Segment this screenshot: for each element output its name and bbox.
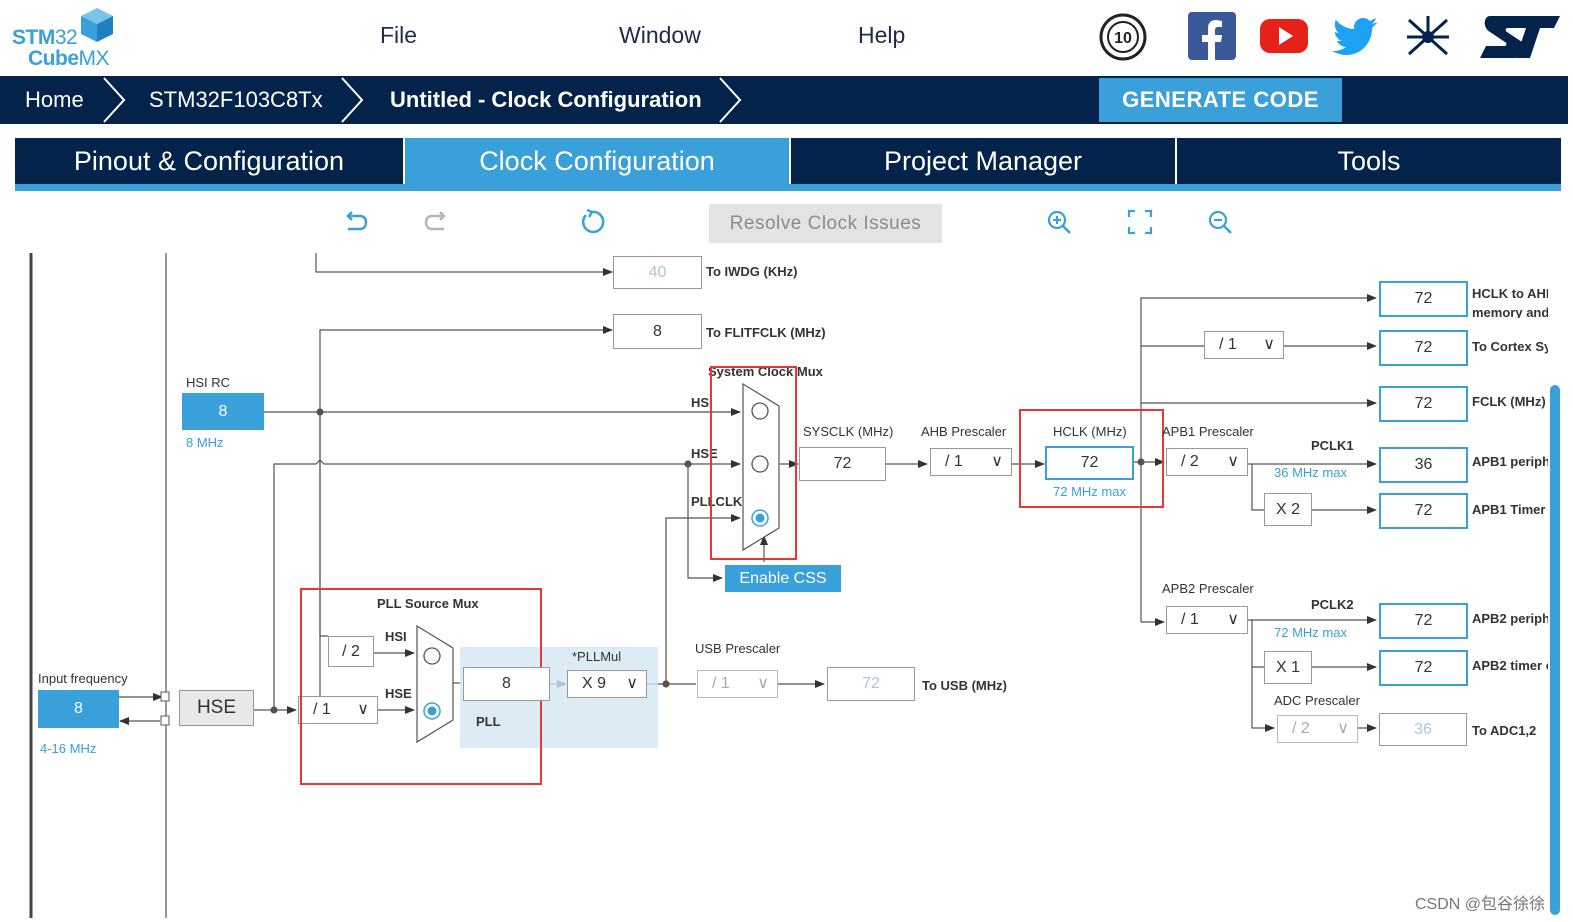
cortex-timer-divider-value: / 1 [1219, 336, 1237, 353]
adc-output-field[interactable]: 36 [1379, 713, 1467, 746]
output-hclk-ahb-label-line2: memory and DMA (MHz) [1472, 305, 1548, 318]
chevron-down-icon: ∨ [757, 675, 769, 692]
adc-output-label: To ADC1,2 [1472, 723, 1537, 738]
output-hclk-ahb-field[interactable]: 72 [1379, 281, 1468, 317]
chevron-down-icon: ∨ [1337, 720, 1349, 737]
apb1-prescaler-select[interactable]: / 2 ∨ [1166, 448, 1248, 476]
chevron-down-icon: ∨ [626, 675, 638, 692]
output-apb2-peripheral-label: APB2 peripheral clocks (MHz) [1472, 611, 1548, 626]
usb-prescaler-select[interactable]: / 1 ∨ [697, 670, 778, 698]
sysclk-value-field[interactable]: 72 [799, 447, 886, 481]
usb-output-field[interactable]: 72 [827, 667, 915, 701]
hse-oscillator-block: HSE [179, 690, 254, 726]
output-fclk-field[interactable]: 72 [1379, 386, 1468, 422]
output-apb1-timer-field[interactable]: 72 [1379, 493, 1468, 529]
pclk1-label: PCLK1 [1311, 438, 1354, 453]
ahb-prescaler-select[interactable]: / 1 ∨ [930, 448, 1012, 476]
input-frequency-title: Input frequency [38, 671, 128, 686]
watermark: CSDN @包谷徐徐 [1415, 896, 1546, 913]
pclk2-label: PCLK2 [1311, 597, 1354, 612]
pclk1-max: 36 MHz max [1274, 465, 1347, 480]
pllmul-value: X 9 [582, 675, 607, 692]
hsi-rc-title: HSI RC [186, 375, 231, 390]
ahb-prescaler-title: AHB Prescaler [921, 424, 1007, 439]
chevron-down-icon: ∨ [991, 453, 1003, 470]
iwdg-label: To IWDG (KHz) [706, 264, 798, 279]
apb2-prescaler-value: / 1 [1181, 611, 1199, 628]
pll-label: PLL [476, 714, 501, 729]
vertical-scrollbar[interactable] [1550, 385, 1560, 915]
pllmul-select[interactable]: X 9 ∨ [567, 670, 647, 698]
output-apb2-timer-field[interactable]: 72 [1379, 650, 1468, 686]
pllmul-title: *PLLMul [572, 649, 622, 664]
flitf-value-field[interactable]: 8 [613, 314, 702, 349]
usb-prescaler-value: / 1 [712, 675, 730, 692]
input-frequency-field[interactable]: 8 [38, 690, 119, 728]
apb2-prescaler-select[interactable]: / 1 ∨ [1166, 606, 1248, 634]
chevron-down-icon: ∨ [1263, 336, 1275, 353]
output-apb2-peripheral-field[interactable]: 72 [1379, 603, 1468, 639]
chevron-down-icon: ∨ [1227, 453, 1239, 470]
iwdg-value-field[interactable]: 40 [613, 256, 702, 289]
usb-output-label: To USB (MHz) [922, 678, 1007, 693]
ahb-prescaler-value: / 1 [945, 453, 963, 470]
apb1-timer-multiplier: X 2 [1264, 493, 1312, 526]
output-apb1-peripheral-label: APB1 peripheral clocks (MHz) [1472, 454, 1548, 469]
output-cortex-timer-field[interactable]: 72 [1379, 330, 1468, 366]
cortex-timer-divider-select[interactable]: / 1 ∨ [1204, 331, 1284, 359]
highlight-hclk [1019, 409, 1164, 508]
output-hclk-ahb-label: HCLK to AHB bus, core, [1472, 286, 1548, 301]
flitf-label: To FLITFCLK (MHz) [706, 325, 826, 340]
pll-input-value: 8 [463, 667, 550, 701]
adc-prescaler-title: ADC Prescaler [1274, 693, 1360, 708]
output-fclk-label: FCLK (MHz) [1472, 394, 1546, 409]
adc-prescaler-select[interactable]: / 2 ∨ [1277, 715, 1358, 743]
usb-prescaler-title: USB Prescaler [695, 641, 781, 656]
adc-prescaler-value: / 2 [1292, 720, 1310, 737]
output-apb1-peripheral-field[interactable]: 36 [1379, 447, 1468, 483]
hsi-rc-value: 8 [182, 393, 264, 430]
chevron-down-icon: ∨ [1227, 611, 1239, 628]
hsi-rc-freq: 8 MHz [186, 435, 224, 450]
sysclk-title: SYSCLK (MHz) [803, 424, 894, 439]
input-frequency-range: 4-16 MHz [40, 741, 97, 756]
highlight-system-clock-mux [710, 366, 797, 560]
apb1-prescaler-title: APB1 Prescaler [1162, 424, 1254, 439]
output-cortex-timer-label: To Cortex System timer (MHz) [1472, 339, 1548, 354]
apb2-prescaler-title: APB2 Prescaler [1162, 581, 1254, 596]
output-apb1-timer-label: APB1 Timer clocks (MHz) [1472, 502, 1548, 517]
apb2-timer-multiplier: X 1 [1264, 651, 1312, 684]
pclk2-max: 72 MHz max [1274, 625, 1347, 640]
output-apb2-timer-label: APB2 timer clocks (MHz) [1472, 658, 1548, 673]
enable-css-button[interactable]: Enable CSS [725, 565, 841, 592]
apb1-prescaler-value: / 2 [1181, 453, 1199, 470]
